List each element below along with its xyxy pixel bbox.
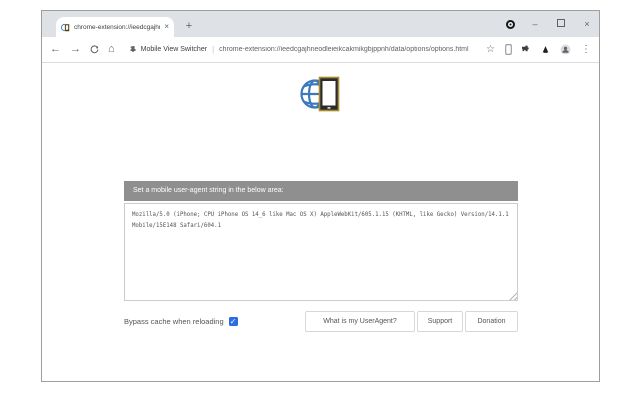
extension-triangle-icon[interactable] [541,45,550,54]
maximize-button[interactable] [555,19,567,29]
titlebar: chrome-extension://ieedcgajhne × + – × [42,11,599,37]
profile-avatar-icon[interactable] [560,44,571,55]
bypass-cache-label: Bypass cache when reloading [124,317,224,326]
url-text: chrome-extension://ieedcgajhneodleieikca… [219,46,468,53]
tab-close-icon[interactable]: × [164,23,169,31]
new-tab-button[interactable]: + [182,20,196,34]
extension-name-label: Mobile View Switcher [141,46,207,53]
browser-menu-icon[interactable]: ⋮ [581,45,591,55]
bookmark-star-icon[interactable]: ☆ [486,45,495,55]
browser-toolbar: ← → ⌂ Mobile View Switcher | chrome-exte… [42,37,599,63]
extension-puzzle-icon [128,46,136,54]
maximize-icon [557,19,565,27]
browser-tab[interactable]: chrome-extension://ieedcgajhne × [56,17,174,37]
browser-window: chrome-extension://ieedcgajhne × + – × ←… [41,10,600,382]
forward-icon[interactable]: → [70,44,81,55]
home-icon[interactable]: ⌂ [108,44,115,55]
titlebar-circle-icon [506,20,515,29]
reload-icon[interactable] [90,45,99,54]
useragent-textarea[interactable]: Mozilla/5.0 (iPhone; CPU iPhone OS 14_6 … [124,203,518,301]
close-window-button[interactable]: × [581,20,593,29]
options-form: Set a mobile user-agent string in the be… [124,181,518,332]
minimize-button[interactable]: – [529,20,541,29]
tab-title: chrome-extension://ieedcgajhne [74,24,160,31]
address-bar[interactable]: Mobile View Switcher | chrome-extension:… [124,45,477,54]
extensions-puzzle-icon[interactable] [522,45,531,54]
what-is-my-useragent-button[interactable]: What is my UserAgent? [305,311,415,332]
mobile-view-switcher-extension-icon[interactable] [505,44,512,55]
url-divider: | [212,45,214,54]
back-icon[interactable]: ← [50,44,61,55]
tab-favicon-globe-phone-icon [61,23,70,32]
header-bar: Set a mobile user-agent string in the be… [124,181,518,201]
options-page: Set a mobile user-agent string in the be… [42,63,599,381]
bypass-cache-checkbox[interactable]: ✓ [229,317,238,326]
support-button[interactable]: Support [417,311,463,332]
donation-button[interactable]: Donation [465,311,518,332]
extension-logo-globe-phone-icon [298,74,344,114]
